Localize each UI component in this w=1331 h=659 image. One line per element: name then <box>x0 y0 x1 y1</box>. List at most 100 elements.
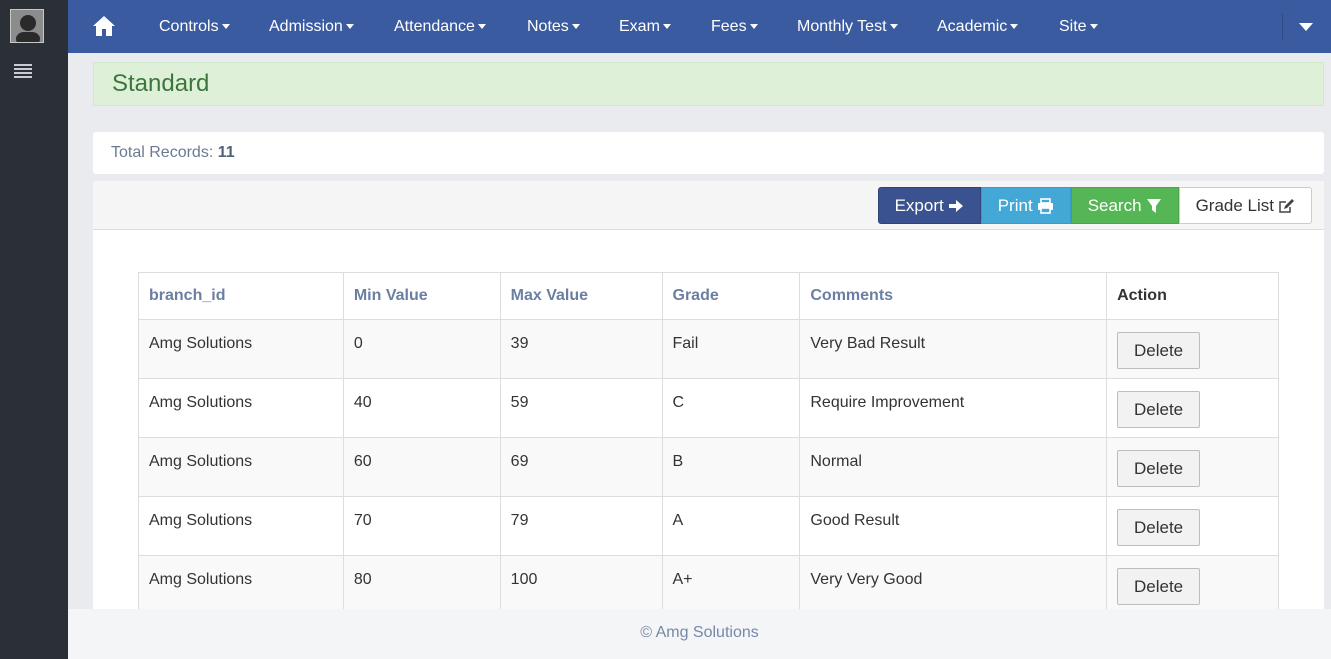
nav-divider <box>1282 14 1283 40</box>
nav-monthly-test-label: Monthly Test <box>797 18 887 35</box>
user-avatar[interactable] <box>10 9 44 43</box>
cell-comments: Require Improvement <box>799 378 1108 438</box>
nav-attendance-label: Attendance <box>394 18 475 35</box>
nav-academic[interactable]: Academic <box>937 0 1019 53</box>
sidebar <box>0 0 68 659</box>
grade-list-label: Grade List <box>1195 196 1274 215</box>
search-button[interactable]: Search <box>1070 187 1179 224</box>
total-records-box: Total Records: 11 <box>93 132 1324 174</box>
caret-down-icon <box>345 24 354 30</box>
footer: © Amg Solutions <box>68 609 1331 659</box>
nav-attendance[interactable]: Attendance <box>394 0 486 53</box>
cell-action: Delete <box>1106 437 1279 497</box>
nav-exam-label: Exam <box>619 18 660 35</box>
cell-max-value: 69 <box>499 437 663 497</box>
arrow-right-icon <box>948 199 963 212</box>
export-label: Export <box>894 196 944 215</box>
column-header-grade[interactable]: Grade <box>661 272 801 320</box>
search-label: Search <box>1087 196 1142 215</box>
delete-button[interactable]: Delete <box>1117 509 1201 546</box>
column-header-min-value[interactable]: Min Value <box>342 272 501 320</box>
edit-icon <box>1279 198 1294 213</box>
home-icon[interactable] <box>92 15 116 37</box>
caret-down-icon <box>221 24 230 30</box>
cell-branch: Amg Solutions <box>138 496 344 556</box>
column-header-comments[interactable]: Comments <box>799 272 1108 320</box>
nav-notes-label: Notes <box>527 18 569 35</box>
cell-branch: Amg Solutions <box>138 378 344 438</box>
cell-comments: Very Bad Result <box>799 319 1108 379</box>
nav-controls[interactable]: Controls <box>159 0 230 53</box>
nav-exam[interactable]: Exam <box>619 0 671 53</box>
cell-grade: Fail <box>661 319 801 379</box>
cell-min-value: 60 <box>342 437 501 497</box>
table-header-row: branch_id Min Value Max Value Grade Comm… <box>138 272 1279 320</box>
cell-grade: B <box>661 437 801 497</box>
caret-down-icon <box>749 24 758 30</box>
table-row: Amg Solutions 60 69 B Normal Delete <box>138 437 1279 497</box>
cell-action: Delete <box>1106 378 1279 438</box>
delete-button[interactable]: Delete <box>1117 332 1201 369</box>
table-row: Amg Solutions 40 59 C Require Improvemen… <box>138 378 1279 438</box>
export-button[interactable]: Export <box>877 187 981 224</box>
print-button[interactable]: Print <box>980 187 1071 224</box>
cell-action: Delete <box>1106 496 1279 556</box>
nav-academic-label: Academic <box>937 18 1008 35</box>
nav-fees-label: Fees <box>711 18 747 35</box>
cell-max-value: 79 <box>499 496 663 556</box>
cell-min-value: 70 <box>342 496 501 556</box>
cell-min-value: 0 <box>342 319 501 379</box>
cell-max-value: 39 <box>499 319 663 379</box>
caret-down-icon <box>662 24 671 30</box>
cell-action: Delete <box>1106 555 1279 611</box>
filter-icon <box>1146 198 1161 213</box>
cell-grade: A+ <box>661 555 801 611</box>
cell-comments: Very Very Good <box>799 555 1108 611</box>
hamburger-icon[interactable] <box>14 64 32 80</box>
grade-panel: Export Print Search Grade List branch_id <box>93 181 1324 611</box>
column-header-action: Action <box>1106 272 1279 320</box>
cell-branch: Amg Solutions <box>138 437 344 497</box>
table-row: Amg Solutions 70 79 A Good Result Delete <box>138 496 1279 556</box>
nav-site[interactable]: Site <box>1059 0 1098 53</box>
column-header-branch-id[interactable]: branch_id <box>138 272 344 320</box>
nav-site-label: Site <box>1059 18 1087 35</box>
nav-monthly-test[interactable]: Monthly Test <box>797 0 898 53</box>
user-menu-caret-icon[interactable] <box>1299 23 1313 31</box>
grade-table: branch_id Min Value Max Value Grade Comm… <box>138 272 1279 611</box>
grade-list-button[interactable]: Grade List <box>1178 187 1312 224</box>
toolbar-button-group: Export Print Search Grade List <box>877 187 1312 224</box>
cell-grade: C <box>661 378 801 438</box>
delete-button[interactable]: Delete <box>1117 450 1201 487</box>
cell-grade: A <box>661 496 801 556</box>
column-header-max-value[interactable]: Max Value <box>499 272 663 320</box>
cell-branch: Amg Solutions <box>138 319 344 379</box>
delete-button[interactable]: Delete <box>1117 391 1201 428</box>
table-row: Amg Solutions 80 100 A+ Very Very Good D… <box>138 555 1279 611</box>
caret-down-icon <box>1010 24 1019 30</box>
cell-comments: Good Result <box>799 496 1108 556</box>
nav-admission-label: Admission <box>269 18 343 35</box>
nav-fees[interactable]: Fees <box>711 0 758 53</box>
table-row: Amg Solutions 0 39 Fail Very Bad Result … <box>138 319 1279 379</box>
cell-action: Delete <box>1106 319 1279 379</box>
cell-max-value: 100 <box>499 555 663 611</box>
top-navbar: Controls Admission Attendance Notes Exam… <box>68 0 1331 53</box>
cell-min-value: 80 <box>342 555 501 611</box>
cell-max-value: 59 <box>499 378 663 438</box>
nav-notes[interactable]: Notes <box>527 0 580 53</box>
total-records-label: Total Records: <box>111 144 214 161</box>
caret-down-icon <box>477 24 486 30</box>
caret-down-icon <box>571 24 580 30</box>
page-title: Standard <box>93 62 1324 106</box>
printer-icon <box>1037 197 1053 214</box>
print-label: Print <box>997 196 1033 215</box>
caret-down-icon <box>889 24 898 30</box>
cell-branch: Amg Solutions <box>138 555 344 611</box>
cell-min-value: 40 <box>342 378 501 438</box>
delete-button[interactable]: Delete <box>1117 568 1201 605</box>
nav-admission[interactable]: Admission <box>269 0 354 53</box>
panel-toolbar: Export Print Search Grade List <box>93 181 1324 230</box>
nav-controls-label: Controls <box>159 18 219 35</box>
caret-down-icon <box>1089 24 1098 30</box>
